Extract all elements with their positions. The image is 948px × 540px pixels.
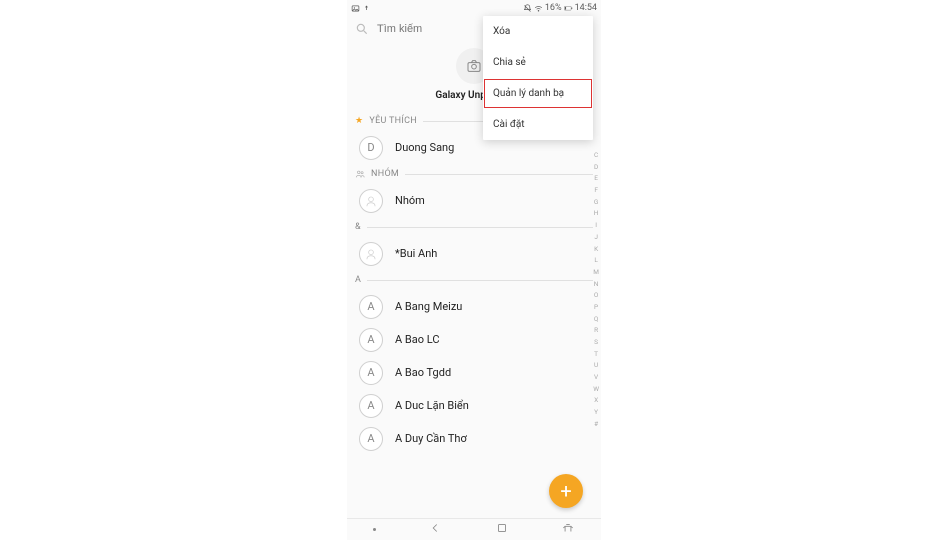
avatar: A <box>359 394 383 418</box>
index-rail[interactable]: C D E F G H I J K L M N O P Q R S T U V … <box>593 150 599 431</box>
recents-button[interactable] <box>495 521 509 538</box>
home-button[interactable] <box>561 521 575 538</box>
status-bar: 16% 14:54 <box>347 0 601 16</box>
contact-name: A Bao LC <box>395 333 439 346</box>
battery-icon <box>564 4 573 13</box>
contact-row[interactable]: A A Bang Meizu <box>347 290 601 323</box>
avatar <box>359 189 383 213</box>
mute-icon <box>523 4 532 13</box>
avatar: A <box>359 361 383 385</box>
battery-text: 16% <box>545 3 562 13</box>
contact-row[interactable]: A A Duy Cần Thơ <box>347 422 601 455</box>
plus-icon: + <box>560 479 571 503</box>
menu-item-manage-contacts[interactable]: Quản lý danh bạ <box>483 78 593 109</box>
contact-row[interactable]: Nhóm <box>347 184 601 217</box>
section-groups: NHÓM <box>347 164 601 184</box>
contact-row[interactable]: A A Bao Tgdd <box>347 356 601 389</box>
phone-frame: 16% 14:54 Galaxy Unpacked ★ YÊU THÍCH D … <box>347 0 601 540</box>
upload-icon <box>362 4 371 13</box>
menu-item-delete[interactable]: Xóa <box>483 16 593 47</box>
contact-row[interactable]: A A Bao LC <box>347 323 601 356</box>
system-navbar <box>347 518 601 540</box>
contact-name: A Duc Lặn Biển <box>395 399 469 412</box>
contact-row[interactable]: A A Duc Lặn Biển <box>347 389 601 422</box>
avatar: A <box>359 427 383 451</box>
contact-row[interactable]: *Bui Anh <box>347 237 601 270</box>
contact-name: Nhóm <box>395 194 425 207</box>
star-icon: ★ <box>355 116 363 126</box>
contact-name: Duong Sang <box>395 141 454 154</box>
menu-item-settings[interactable]: Cài đặt <box>483 109 593 140</box>
people-icon <box>355 169 365 179</box>
menu-item-share[interactable]: Chia sẻ <box>483 47 593 78</box>
section-a: A <box>347 270 601 290</box>
contact-name: A Bang Meizu <box>395 300 462 313</box>
search-icon <box>355 22 369 36</box>
avatar <box>359 242 383 266</box>
avatar: A <box>359 295 383 319</box>
add-contact-button[interactable]: + <box>549 474 583 508</box>
clock-text: 14:54 <box>575 3 597 13</box>
contact-name: *Bui Anh <box>395 247 437 260</box>
nav-dot-icon <box>373 528 376 531</box>
overflow-menu: Xóa Chia sẻ Quản lý danh bạ Cài đặt <box>483 16 593 140</box>
avatar: A <box>359 328 383 352</box>
back-button[interactable] <box>428 521 442 538</box>
section-amp: & <box>347 217 601 237</box>
avatar: D <box>359 136 383 160</box>
wifi-icon <box>534 4 543 13</box>
contact-name: A Duy Cần Thơ <box>395 432 467 445</box>
contact-name: A Bao Tgdd <box>395 366 451 379</box>
image-indicator-icon <box>351 4 360 13</box>
